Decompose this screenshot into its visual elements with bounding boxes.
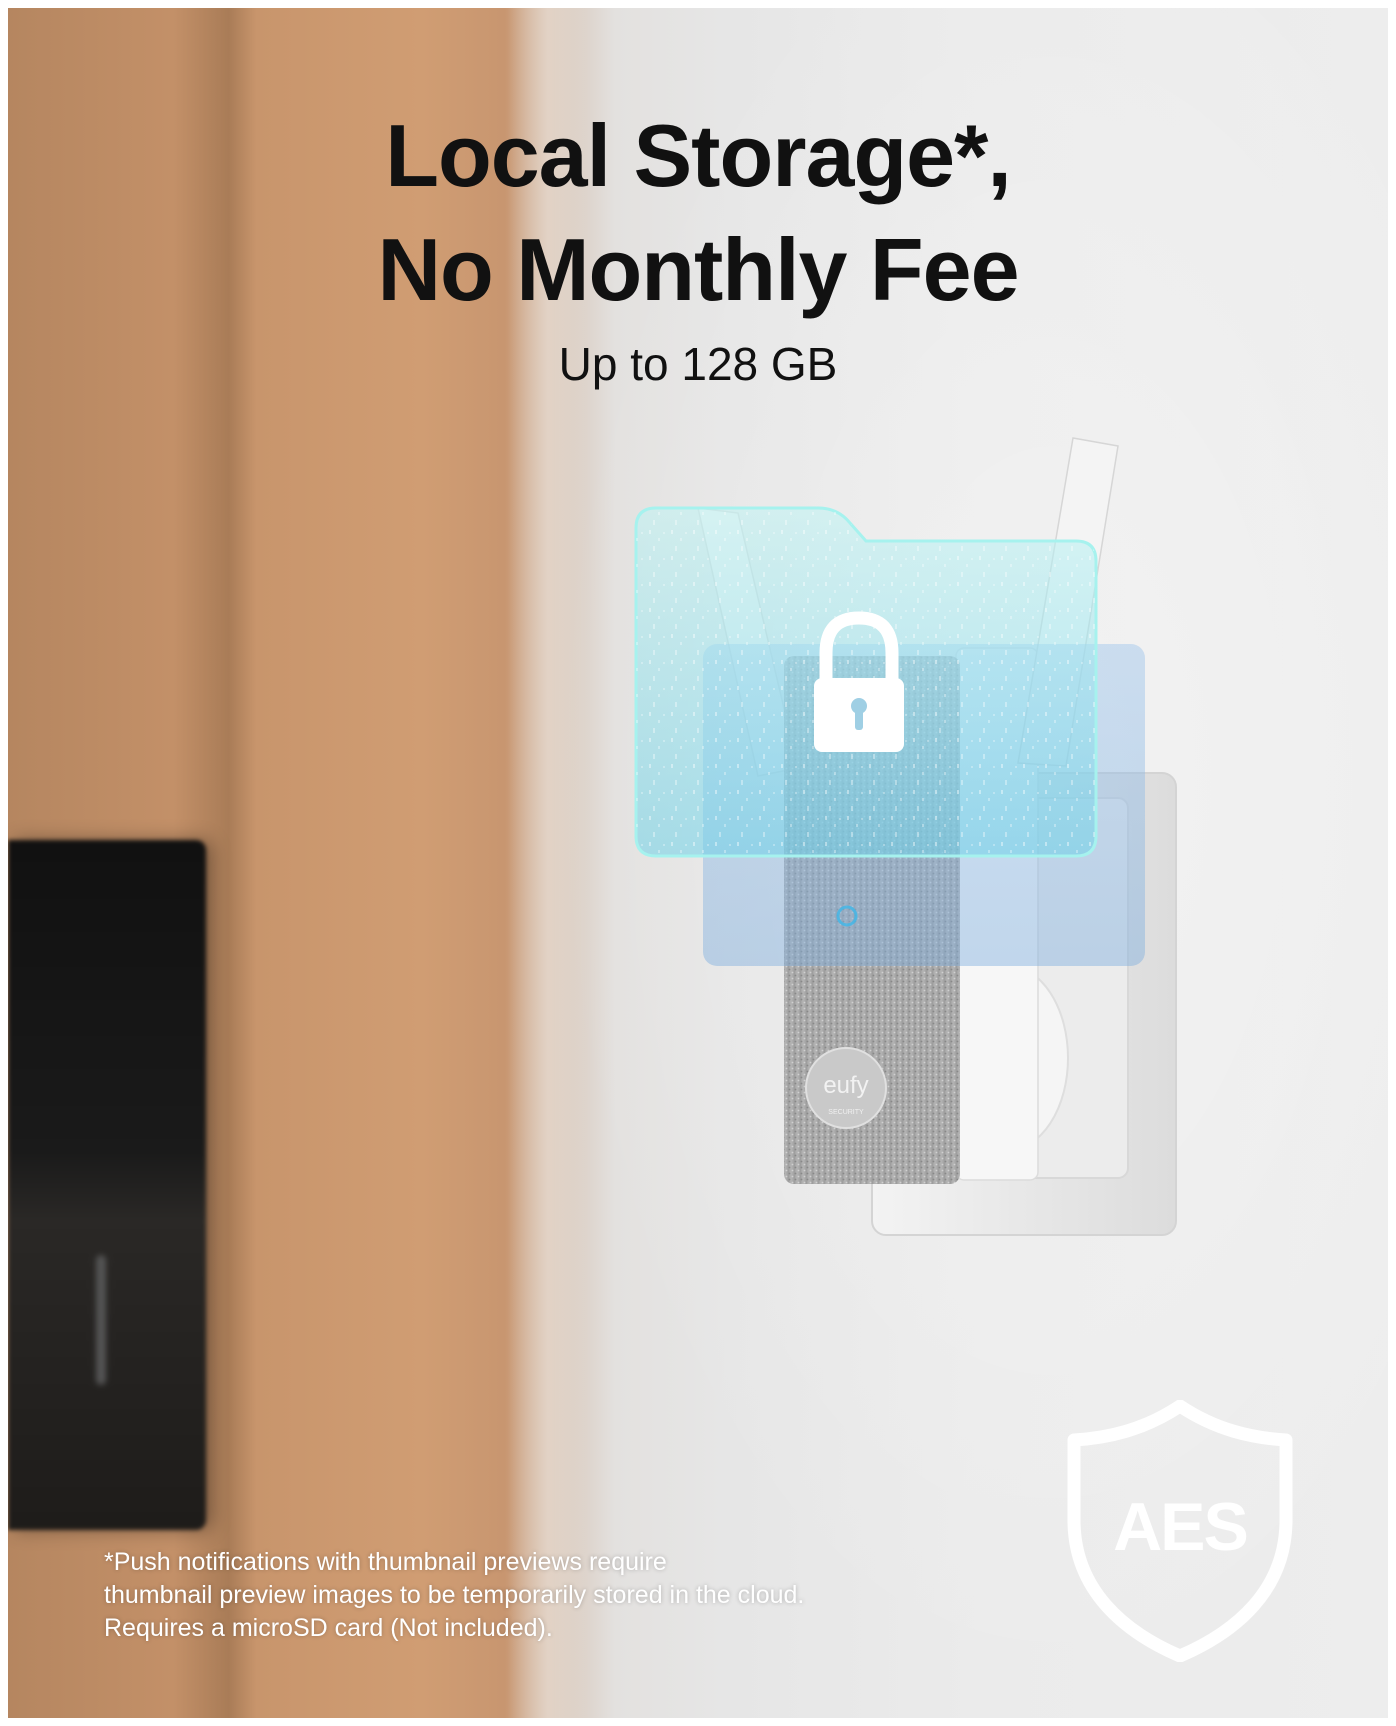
product-image: Local Storage*, No Monthly Fee Up to 128… (8, 8, 1388, 1718)
footnote-line-1: *Push notifications with thumbnail previ… (104, 1548, 667, 1576)
brand-logo-subtext: SECURITY (828, 1109, 864, 1116)
brand-logo-text: eufy (823, 1072, 868, 1099)
aes-label: AES (1113, 1489, 1247, 1565)
shield-icon: AES (1067, 1400, 1293, 1662)
footnote: *Push notifications with thumbnail previ… (104, 1546, 1004, 1645)
footnote-line-2: thumbnail preview images to be temporari… (104, 1581, 805, 1609)
footnote-line-3: Requires a microSD card (Not included). (104, 1614, 553, 1642)
